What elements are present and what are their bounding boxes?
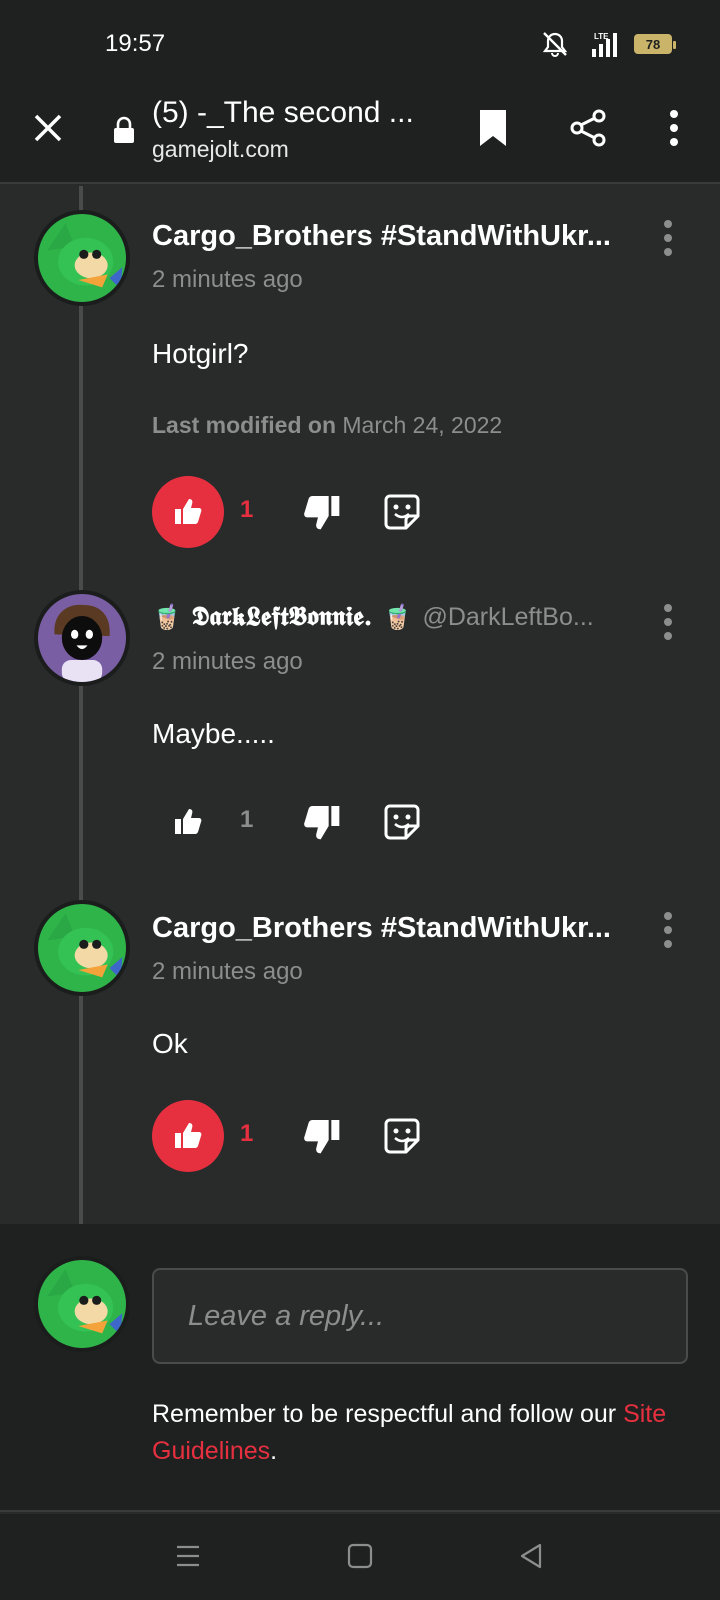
comment-body: Hotgirl? bbox=[152, 338, 249, 369]
thumbs-down-icon[interactable] bbox=[302, 492, 342, 532]
status-icons: LTE 78 bbox=[540, 30, 676, 58]
bell-muted-icon bbox=[542, 32, 568, 57]
avatar[interactable] bbox=[34, 900, 130, 996]
thumbs-down-icon[interactable] bbox=[302, 802, 342, 842]
comment-time[interactable]: 2 minutes ago bbox=[152, 958, 303, 986]
page-url[interactable]: gamejolt.com bbox=[152, 136, 289, 163]
modified-date: March 24, 2022 bbox=[342, 412, 503, 438]
guidelines-text: Remember to be respectful and follow our bbox=[152, 1400, 624, 1428]
comment-options-icon[interactable] bbox=[656, 218, 680, 258]
comment-options-icon[interactable] bbox=[656, 910, 680, 950]
author-emoji-suffix: 🧋 bbox=[382, 604, 413, 631]
comment-author[interactable]: Cargo_Brothers #StandWithUkr... bbox=[152, 912, 626, 945]
back-icon[interactable] bbox=[518, 1542, 546, 1570]
like-button[interactable] bbox=[152, 476, 224, 548]
comment-author-row: 🧋 𝕯𝖆𝖗𝖐𝕷𝖊𝖋𝖙𝕭𝖔𝖓𝖓𝖎𝖊. 🧋 @DarkLeftBo... bbox=[152, 602, 626, 633]
reply-placeholder: Leave a reply... bbox=[188, 1300, 385, 1332]
comment-body: Maybe..... bbox=[152, 718, 275, 749]
modified-label: Last modified on bbox=[152, 412, 336, 438]
comment-handle[interactable]: @DarkLeftBo... bbox=[422, 603, 593, 632]
lock-icon bbox=[114, 116, 134, 143]
guidelines-period: . bbox=[270, 1437, 278, 1465]
signal-icon: LTE bbox=[592, 32, 617, 57]
comment-body: Ok bbox=[152, 1028, 188, 1059]
comment-time[interactable]: 2 minutes ago bbox=[152, 266, 303, 294]
character-avatar-image bbox=[47, 223, 123, 290]
recent-apps-icon[interactable] bbox=[174, 1542, 202, 1570]
home-icon[interactable] bbox=[346, 1542, 374, 1570]
comment-actions: 1 bbox=[152, 476, 552, 548]
character-avatar-image bbox=[47, 913, 123, 980]
status-time: 19:57 bbox=[105, 30, 166, 57]
avatar[interactable] bbox=[34, 210, 130, 306]
comment-time[interactable]: 2 minutes ago bbox=[152, 648, 303, 676]
battery-level: 78 bbox=[645, 36, 661, 52]
reply-guidelines-note: Remember to be respectful and follow our… bbox=[152, 1396, 692, 1470]
like-count[interactable]: 1 bbox=[240, 496, 253, 524]
like-count[interactable]: 1 bbox=[240, 1120, 253, 1148]
sticker-icon[interactable] bbox=[382, 1116, 422, 1156]
character-avatar-image bbox=[47, 1269, 123, 1336]
system-nav-bar bbox=[0, 1514, 720, 1600]
character-avatar-image bbox=[54, 604, 110, 682]
browser-toolbar: (5) -_The second ... gamejolt.com bbox=[0, 84, 720, 184]
page-title[interactable]: (5) -_The second ... bbox=[152, 96, 432, 130]
like-count[interactable]: 1 bbox=[240, 806, 253, 834]
current-user-avatar[interactable] bbox=[34, 1256, 130, 1352]
comment-author[interactable]: 𝕯𝖆𝖗𝖐𝕷𝖊𝖋𝖙𝕭𝖔𝖓𝖓𝖎𝖊. bbox=[192, 602, 373, 633]
thumbs-down-icon[interactable] bbox=[302, 1116, 342, 1156]
author-emoji-prefix: 🧋 bbox=[152, 604, 182, 631]
battery-icon: 78 bbox=[634, 34, 676, 54]
share-icon[interactable] bbox=[568, 108, 608, 148]
comment-options-icon[interactable] bbox=[656, 602, 680, 642]
thumbs-up-icon bbox=[175, 809, 202, 834]
comment-actions: 1 bbox=[152, 786, 552, 858]
thumbs-up-icon bbox=[175, 1123, 202, 1148]
comment-actions: 1 bbox=[152, 1100, 552, 1172]
like-button[interactable] bbox=[152, 786, 224, 858]
bookmark-icon[interactable] bbox=[476, 108, 510, 148]
avatar[interactable] bbox=[34, 590, 130, 686]
reply-input[interactable]: Leave a reply... bbox=[152, 1268, 688, 1364]
sticker-icon[interactable] bbox=[382, 802, 422, 842]
comment-modified: Last modified on March 24, 2022 bbox=[152, 412, 502, 439]
comment: 🧋 𝕯𝖆𝖗𝖐𝕷𝖊𝖋𝖙𝕭𝖔𝖓𝖓𝖎𝖊. 🧋 @DarkLeftBo... 2 min… bbox=[0, 590, 720, 890]
comment-author[interactable]: Cargo_Brothers #StandWithUkr... bbox=[152, 220, 626, 253]
sticker-icon[interactable] bbox=[382, 492, 422, 532]
close-icon[interactable] bbox=[28, 108, 68, 148]
status-bar: 19:57 LTE 78 bbox=[0, 0, 720, 84]
like-button[interactable] bbox=[152, 1100, 224, 1172]
comment: Cargo_Brothers #StandWithUkr... 2 minute… bbox=[0, 900, 720, 1180]
reply-area: Leave a reply... Remember to be respectf… bbox=[0, 1224, 720, 1512]
thumbs-up-icon bbox=[175, 499, 202, 524]
comment: Cargo_Brothers #StandWithUkr... 2 minute… bbox=[0, 186, 720, 556]
more-vertical-icon[interactable] bbox=[660, 108, 688, 148]
